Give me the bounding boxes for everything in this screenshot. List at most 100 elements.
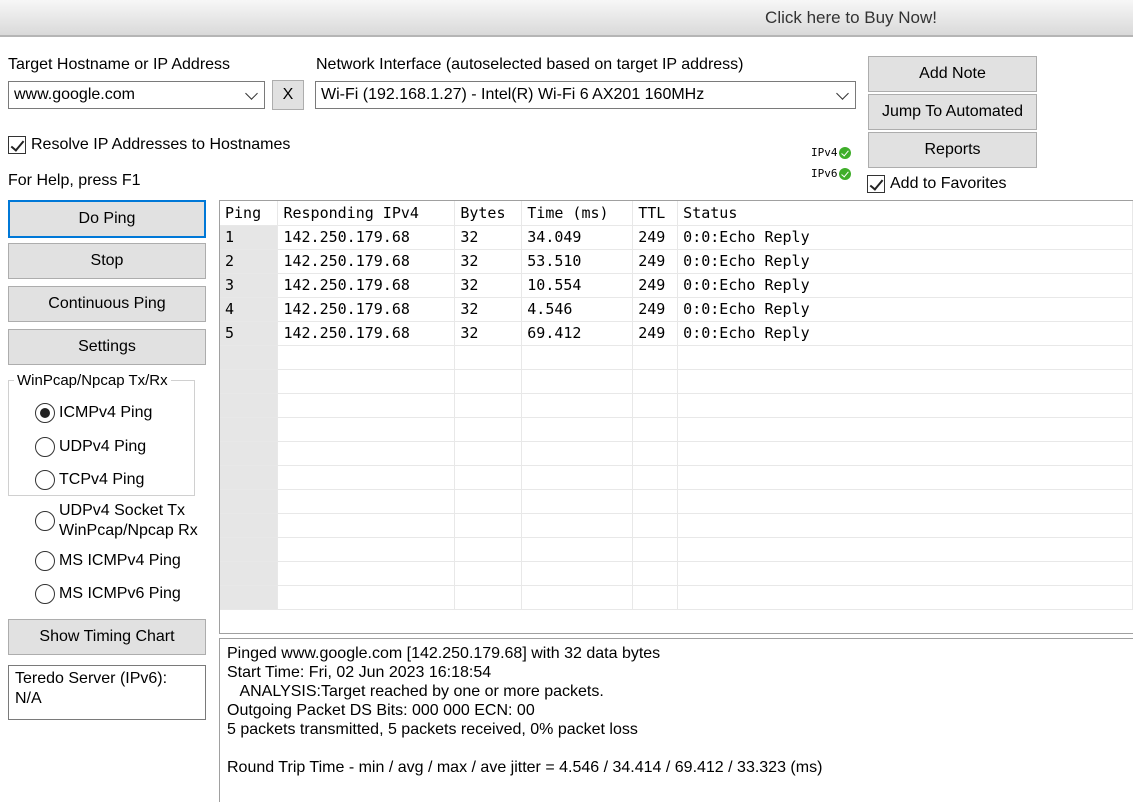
do-ping-button[interactable]: Do Ping: [8, 200, 206, 238]
radio-unselected-icon[interactable]: [35, 470, 55, 490]
table-cell: 32: [454, 225, 523, 250]
table-row[interactable]: [220, 537, 1133, 562]
radio-label: MS ICMPv6 Ping: [59, 585, 181, 602]
table-row[interactable]: 4 142.250.179.68 32 4.546 249 0:0:Echo Reply: [220, 297, 1133, 322]
table-header-row: Ping Responding IPv4 Bytes Time (ms) TTL Stat…: [220, 201, 1133, 226]
results-table: Ping Responding IPv4 Bytes Time (ms) TTL Stat…: [220, 201, 1133, 610]
table-cell: [521, 561, 634, 586]
table-cell: [277, 489, 456, 514]
table-cell: [632, 513, 679, 538]
table-cell: 2: [220, 249, 279, 274]
checkbox-checked-icon[interactable]: [867, 175, 885, 193]
table-cell: 1: [220, 225, 279, 250]
add-to-favorites-checkbox[interactable]: Add to Favorites: [867, 175, 1007, 193]
table-row[interactable]: [220, 369, 1133, 394]
table-cell: 249: [632, 273, 679, 298]
table-cell: [521, 369, 634, 394]
table-row[interactable]: [220, 513, 1133, 538]
table-cell: [632, 561, 679, 586]
table-cell: 34.049: [521, 225, 634, 250]
table-cell: [632, 489, 679, 514]
chevron-down-icon[interactable]: [836, 87, 849, 100]
table-cell: 142.250.179.68: [277, 297, 456, 322]
ipv4-indicator: IPv4: [811, 146, 851, 159]
table-cell: [277, 441, 456, 466]
checkbox-checked-icon[interactable]: [8, 136, 26, 154]
table-cell: [677, 585, 1133, 610]
column-header: Bytes: [454, 201, 523, 226]
radio-udpv4-ping[interactable]: UDPv4 Ping: [35, 437, 146, 457]
table-cell: [454, 417, 523, 442]
radio-ms-icmpv6-ping[interactable]: MS ICMPv6 Ping: [35, 584, 181, 604]
column-header: Time (ms): [521, 201, 634, 226]
radio-unselected-icon[interactable]: [35, 511, 55, 531]
ping-log-output[interactable]: Pinged www.google.com [142.250.179.68] w…: [219, 638, 1133, 802]
radio-label-line1: UDPv4 Socket Tx: [59, 502, 185, 519]
jump-to-automated-button[interactable]: Jump To Automated: [868, 94, 1037, 130]
results-grid[interactable]: Ping Responding IPv4 Bytes Time (ms) TTL Stat…: [219, 200, 1133, 634]
table-cell: 142.250.179.68: [277, 273, 456, 298]
table-row[interactable]: [220, 561, 1133, 586]
column-header: Responding IPv4: [277, 201, 456, 226]
table-cell: [677, 513, 1133, 538]
table-cell: [220, 585, 279, 610]
column-header: Ping: [220, 201, 279, 226]
radio-tcpv4-ping[interactable]: TCPv4 Ping: [35, 470, 144, 490]
chevron-down-icon[interactable]: [245, 87, 258, 100]
table-cell: 142.250.179.68: [277, 321, 456, 346]
teredo-label: Teredo Server (IPv6):: [15, 670, 168, 687]
radio-label: TCPv4 Ping: [59, 471, 145, 488]
radio-unselected-icon[interactable]: [35, 584, 55, 604]
table-cell: [632, 441, 679, 466]
table-cell: [220, 489, 279, 514]
show-timing-chart-button[interactable]: Show Timing Chart: [8, 619, 206, 655]
table-cell: [454, 393, 523, 418]
table-cell: 249: [632, 321, 679, 346]
table-cell: [454, 537, 523, 562]
radio-ms-icmpv4-ping[interactable]: MS ICMPv4 Ping: [35, 551, 181, 571]
radio-unselected-icon[interactable]: [35, 551, 55, 571]
table-row[interactable]: 1 142.250.179.68 32 34.049 249 0:0:Echo Reply: [220, 225, 1133, 250]
radio-selected-icon[interactable]: [35, 403, 55, 423]
table-cell: 10.554: [521, 273, 634, 298]
add-note-button[interactable]: Add Note: [868, 56, 1037, 92]
stop-button[interactable]: Stop: [8, 243, 206, 279]
radio-udpv4-socket[interactable]: UDPv4 Socket Tx WinPcap/Npcap Rx: [35, 501, 198, 541]
table-row[interactable]: 3 142.250.179.68 32 10.554 249 0:0:Echo Reply: [220, 273, 1133, 298]
settings-button[interactable]: Settings: [8, 329, 206, 365]
network-interface-combobox[interactable]: Wi-Fi (192.168.1.27) - Intel(R) Wi-Fi 6 …: [315, 81, 856, 109]
table-row[interactable]: 5 142.250.179.68 32 69.412 249 0:0:Echo Reply: [220, 321, 1133, 346]
table-cell: [521, 393, 634, 418]
table-row[interactable]: [220, 393, 1133, 418]
table-row[interactable]: 2 142.250.179.68 32 53.510 249 0:0:Echo Reply: [220, 249, 1133, 274]
table-cell: 0:0:Echo Reply: [677, 297, 1133, 322]
table-row[interactable]: [220, 465, 1133, 490]
radio-icmpv4-ping[interactable]: ICMPv4 Ping: [35, 403, 152, 423]
buy-now-link[interactable]: Click here to Buy Now!: [765, 8, 937, 28]
table-cell: [220, 369, 279, 394]
buy-now-bar[interactable]: Click here to Buy Now!: [0, 0, 1133, 37]
table-row[interactable]: [220, 345, 1133, 370]
network-interface-value: Wi-Fi (192.168.1.27) - Intel(R) Wi-Fi 6 …: [321, 86, 705, 103]
table-cell: 5: [220, 321, 279, 346]
table-cell: [277, 513, 456, 538]
table-row[interactable]: [220, 585, 1133, 610]
table-cell: [521, 513, 634, 538]
clear-target-button[interactable]: X: [272, 80, 304, 110]
table-cell: 0:0:Echo Reply: [677, 273, 1133, 298]
teredo-server-box: Teredo Server (IPv6): N/A: [8, 665, 206, 720]
radio-unselected-icon[interactable]: [35, 437, 55, 457]
continuous-ping-button[interactable]: Continuous Ping: [8, 286, 206, 322]
reports-button[interactable]: Reports: [868, 132, 1037, 168]
ipv6-indicator: IPv6: [811, 167, 851, 180]
table-row[interactable]: [220, 489, 1133, 514]
table-row[interactable]: [220, 441, 1133, 466]
table-row[interactable]: [220, 417, 1133, 442]
table-cell: [632, 393, 679, 418]
check-circle-icon: [838, 146, 851, 159]
resolve-hostnames-checkbox[interactable]: Resolve IP Addresses to Hostnames: [8, 136, 290, 154]
target-label: Target Hostname or IP Address: [8, 56, 231, 73]
target-host-combobox[interactable]: www.google.com: [8, 81, 265, 109]
log-line: Outgoing Packet DS Bits: 000 000 ECN: 00: [227, 702, 535, 719]
